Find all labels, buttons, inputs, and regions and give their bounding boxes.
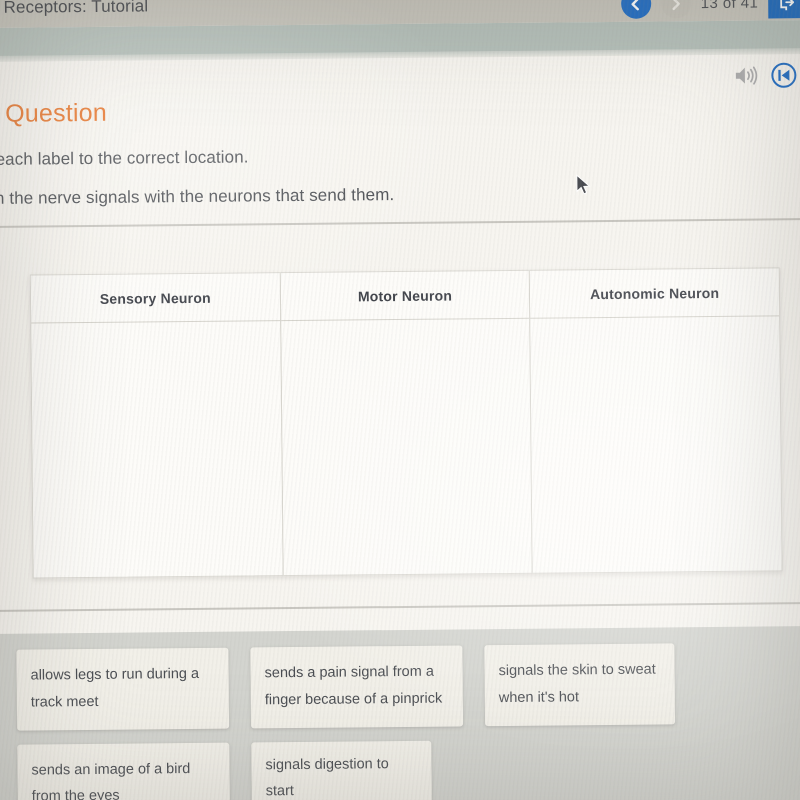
- label-tray: allows legs to run during a track meet s…: [0, 626, 800, 800]
- question-header: Question: [0, 99, 107, 129]
- previous-page-button[interactable]: [620, 0, 651, 19]
- speaker-volume-icon[interactable]: [733, 65, 759, 92]
- instruction-line-2: atch the nerve signals with the neurons …: [0, 185, 395, 209]
- top-nav-group: 13 of 41: [620, 0, 800, 20]
- drop-zone-motor[interactable]: [281, 319, 532, 575]
- mouse-pointer-icon: [576, 174, 592, 201]
- drop-zone-autonomic[interactable]: [531, 316, 782, 572]
- page-counter: 13 of 41: [700, 0, 759, 12]
- list-item[interactable]: signals digestion to start: [251, 740, 433, 800]
- next-page-button[interactable]: [660, 0, 691, 19]
- divider-below-table: [0, 602, 800, 612]
- drop-column-sensory[interactable]: Sensory Neuron: [30, 273, 283, 577]
- list-item[interactable]: allows legs to run during a track meet: [16, 647, 230, 731]
- question-heading: Question: [5, 98, 108, 128]
- drop-column-autonomic[interactable]: Autonomic Neuron: [529, 268, 782, 573]
- draggable-label-list: allows legs to run during a track meet s…: [16, 643, 718, 800]
- instruction-line-1: ag each label to the correct location.: [0, 147, 249, 169]
- exit-button[interactable]: [768, 0, 800, 19]
- chevron-left-icon: [631, 0, 640, 10]
- replay-skip-back-icon[interactable]: [771, 62, 797, 93]
- column-header-motor: Motor Neuron: [280, 270, 530, 322]
- drop-target-table: Sensory Neuron Motor Neuron Autonomic Ne…: [29, 267, 783, 579]
- page-title: y Receptors: Tutorial: [0, 0, 149, 17]
- photo-of-screen: y Receptors: Tutorial 13 of 41 Question …: [0, 0, 800, 800]
- audio-toolbar: [733, 62, 797, 94]
- drop-column-motor[interactable]: Motor Neuron: [279, 270, 532, 576]
- list-item[interactable]: signals the skin to sweat when it's hot: [484, 643, 676, 726]
- chevron-right-icon: [672, 0, 680, 10]
- content-area: Question ag each label to the correct lo…: [0, 54, 800, 800]
- drop-zone-sensory[interactable]: [31, 321, 282, 577]
- column-header-autonomic: Autonomic Neuron: [530, 268, 780, 319]
- exit-arrow-icon: [779, 0, 795, 11]
- list-item[interactable]: sends a pain signal from a finger becaus…: [250, 645, 464, 729]
- divider-above-table: [0, 218, 800, 228]
- list-item[interactable]: sends an image of a bird from the eyes: [17, 742, 231, 800]
- column-header-sensory: Sensory Neuron: [30, 273, 280, 324]
- screen-surface: y Receptors: Tutorial 13 of 41 Question …: [0, 0, 800, 800]
